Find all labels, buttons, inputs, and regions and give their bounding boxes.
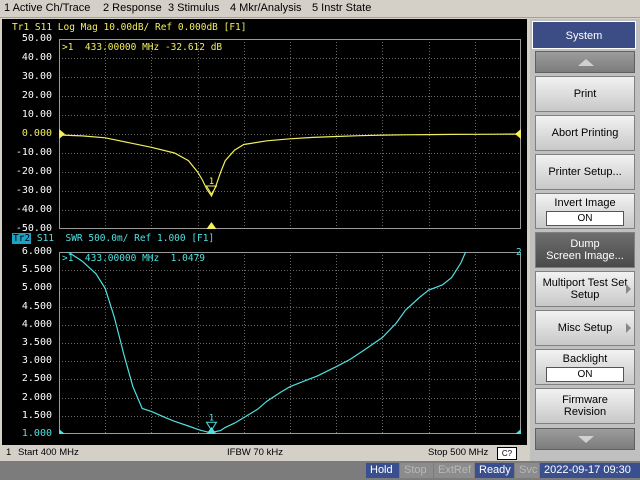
trace1-y-tick-label: 0.000	[21, 128, 52, 139]
menu-bar: 1 Active Ch/Trace 2 Response 3 Stimulus …	[0, 0, 640, 18]
trace1-y-tick-label: 10.00	[21, 109, 52, 120]
softkey-scroll-up-button[interactable]	[535, 51, 635, 73]
submenu-arrow-icon	[626, 323, 631, 333]
trace2-header[interactable]: Tr2 S11 SWR 500.0m/ Ref 1.000 [F1]	[12, 233, 214, 244]
backlight-button[interactable]: Backlight ON	[535, 349, 635, 385]
trace2-y-tick-label: 3.500	[21, 337, 52, 348]
menu-response[interactable]: 2 Response	[103, 2, 162, 14]
trace1-y-tick-label: 40.00	[21, 52, 52, 63]
invert-image-label: Invert Image	[554, 196, 616, 209]
trace1-y-tick-label: 50.00	[21, 33, 52, 44]
trace1-y-tick-label: -20.00	[15, 166, 52, 177]
stop-frequency[interactable]: Stop 500 MHz	[428, 447, 488, 458]
trace1-y-tick-label: 30.00	[21, 71, 52, 82]
trace2-scale-label: 2	[516, 247, 522, 258]
backlight-label: Backlight	[562, 352, 608, 365]
menu-instr-state[interactable]: 5 Instr State	[312, 2, 371, 14]
trace1-y-tick-label: -10.00	[15, 147, 52, 158]
abort-printing-label: Abort Printing	[551, 127, 619, 139]
trace2-y-tick-label: 6.000	[21, 246, 52, 257]
trace2-y-tick-label: 2.500	[21, 373, 52, 385]
trace2-y-tick-label: 3.000	[21, 355, 52, 367]
status-datetime: 2022-09-17 09:30	[540, 463, 640, 478]
measurement-display[interactable]: Tr1 S11 Log Mag 10.00dB/ Ref 0.000dB [F1…	[2, 19, 527, 445]
trace1-stimulus-marker	[206, 222, 217, 229]
firmware-revision-button[interactable]: Firmware Revision	[535, 388, 635, 424]
trace2-header-text: S11 SWR 500.0m/ Ref 1.000 [F1]	[31, 233, 215, 244]
invert-image-button[interactable]: Invert Image ON	[535, 193, 635, 229]
trace1-marker-readout: >1 433.00000 MHz -32.612 dB	[62, 42, 223, 53]
trace2-stimulus-marker	[206, 427, 217, 434]
softkey-panel: System Print Abort Printing Printer Setu…	[530, 19, 640, 461]
trace2-y-tick-label: 2.000	[21, 391, 52, 403]
trace1-y-tick-label: 20.00	[21, 90, 52, 101]
dump-label-line2: Screen Image...	[546, 250, 624, 262]
printer-setup-label: Printer Setup...	[548, 166, 622, 178]
trace2-y-tick-label: 1.000	[21, 428, 52, 439]
backlight-value: ON	[546, 366, 624, 382]
print-button[interactable]: Print	[535, 76, 635, 112]
dump-screen-image-button[interactable]: Dump Screen Image...	[535, 232, 635, 268]
down-arrow-icon	[578, 436, 594, 443]
firmware-label-line1: Firmware	[562, 394, 608, 406]
trace2-y-tick-label: 4.500	[21, 300, 52, 312]
menu-mkr-analysis[interactable]: 4 Mkr/Analysis	[230, 2, 302, 14]
instrument-status-bar: Hold Stop ExtRef Ready Svc 2022-09-17 09…	[0, 461, 640, 480]
channel-number: 1	[6, 447, 12, 458]
trace2-marker-label: 1	[209, 413, 214, 423]
status-ready: Ready	[475, 463, 514, 478]
trace2-grid	[59, 252, 521, 434]
trace1-header[interactable]: Tr1 S11 Log Mag 10.00dB/ Ref 0.000dB [F1…	[12, 22, 247, 33]
trace1-graph[interactable]: 1	[59, 39, 521, 229]
multiport-label-line2: Setup	[570, 289, 600, 301]
print-button-label: Print	[573, 88, 597, 100]
menu-stimulus[interactable]: 3 Stimulus	[168, 2, 219, 14]
trace2-y-tick-label: 5.500	[21, 264, 52, 276]
dump-label-line1: Dump	[570, 238, 600, 250]
softkey-menu-title: System	[532, 21, 636, 49]
trace2-y-tick-label: 5.000	[21, 282, 52, 294]
trace2-y-tick-label: 4.000	[21, 318, 52, 330]
trace2-marker-readout: >1 433.00000 MHz 1.0479	[62, 253, 205, 264]
firmware-label-line2: Revision	[563, 406, 607, 418]
trace2-trace-line[interactable]	[59, 252, 467, 433]
trace1-y-tick-label: -40.00	[15, 204, 52, 215]
trace2-y-tick-label: 1.500	[21, 409, 52, 421]
trace2-badge[interactable]: Tr2	[12, 233, 32, 244]
multiport-label-line1: Multiport Test Set	[542, 277, 628, 289]
status-hold: Hold	[366, 463, 399, 478]
start-frequency[interactable]: Start 400 MHz	[18, 447, 79, 458]
submenu-arrow-icon	[626, 284, 631, 294]
multiport-test-set-setup-button[interactable]: Multiport Test Set Setup	[535, 271, 635, 307]
printer-setup-button[interactable]: Printer Setup...	[535, 154, 635, 190]
trace1-marker-label: 1	[209, 177, 214, 187]
misc-setup-button[interactable]: Misc Setup	[535, 310, 635, 346]
channel-badge: C?	[497, 447, 517, 460]
status-svc: Svc	[515, 463, 539, 478]
up-arrow-icon	[578, 59, 594, 66]
trace2-graph[interactable]: 1	[59, 252, 521, 434]
status-extref: ExtRef	[434, 463, 474, 478]
ifbw-value[interactable]: IFBW 70 kHz	[227, 447, 283, 458]
invert-image-value: ON	[546, 210, 624, 226]
softkey-scroll-down-button[interactable]	[535, 428, 635, 450]
abort-printing-button[interactable]: Abort Printing	[535, 115, 635, 151]
trace1-ref-right-marker	[515, 129, 521, 139]
trace1-y-tick-label: -30.00	[15, 185, 52, 196]
status-stop: Stop	[400, 463, 433, 478]
menu-active-ch-trace[interactable]: 1 Active Ch/Trace	[4, 2, 90, 14]
channel-status-bar: 1 Start 400 MHz IFBW 70 kHz Stop 500 MHz…	[2, 446, 527, 460]
misc-setup-label: Misc Setup	[557, 322, 613, 334]
trace1-ref-left-marker	[59, 129, 65, 139]
